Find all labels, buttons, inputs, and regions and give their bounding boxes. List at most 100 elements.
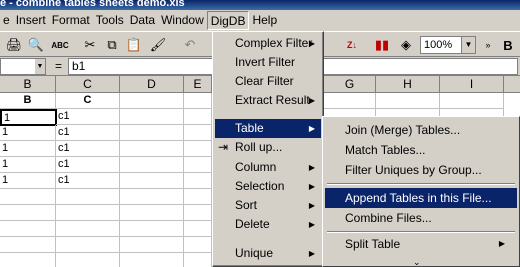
cell-c3[interactable]: c1 [56,125,120,141]
cell-e11[interactable] [184,253,212,267]
expand-menu-icon[interactable]: ⌄ [413,257,421,267]
menu-insert[interactable]: Insert [13,11,49,30]
print-preview-icon[interactable]: 🔍 [26,35,46,55]
menu-item-sort[interactable]: Sort ▶ [215,196,321,215]
cell-b4[interactable]: 1 [0,141,56,157]
column-header-d[interactable]: D [120,76,184,93]
cell-d1[interactable] [120,93,184,109]
cell-b7[interactable] [0,189,56,205]
menu-item-extract-result[interactable]: Extract Result ▶ [215,91,321,110]
menu-digdb[interactable]: DigDB [206,11,250,30]
cut-icon[interactable]: ✂ [80,35,100,55]
cell-b11[interactable] [0,253,56,267]
bold-icon[interactable]: B [498,35,518,55]
cell-e5[interactable] [184,157,212,173]
menu-tools[interactable]: Tools [93,11,127,30]
cell-c4[interactable]: c1 [56,141,120,157]
cell-e3[interactable] [184,125,212,141]
chevron-down-icon[interactable]: ▼ [35,59,45,74]
cell-e10[interactable] [184,237,212,253]
cell-e2[interactable] [184,109,212,125]
cell-b10[interactable] [0,237,56,253]
undo-icon[interactable]: ↶ [180,35,200,55]
cell-d3[interactable] [120,125,184,141]
menu-item-selection[interactable]: Selection ▶ [215,177,321,196]
menu-item-clear-filter[interactable]: Clear Filter [215,72,321,91]
cell-d9[interactable] [120,221,184,237]
submenu-item-combine-files[interactable]: Combine Files... [325,208,517,228]
cell-b6[interactable]: 1 [0,173,56,189]
menu-window[interactable]: Window [158,11,207,30]
menu-item-delete[interactable]: Delete ▶ [215,215,321,234]
menu-divider [327,183,515,185]
submenu-item-append-tables[interactable]: Append Tables in this File... [325,188,517,208]
cell-c6[interactable]: c1 [56,173,120,189]
cell-d2[interactable] [120,109,184,125]
cell-e8[interactable] [184,205,212,221]
cell-b3[interactable]: 1 [0,125,56,141]
menu-help[interactable]: Help [249,11,280,30]
column-header-i[interactable]: I [440,76,504,93]
cell-c2[interactable]: c1 [56,109,120,125]
submenu-item-join-tables[interactable]: Join (Merge) Tables... [325,120,517,140]
cell-d8[interactable] [120,205,184,221]
cell-d6[interactable] [120,173,184,189]
menu-item-invert-filter[interactable]: Invert Filter [215,53,321,72]
cell-c7[interactable] [56,189,120,205]
cell-c5[interactable]: c1 [56,157,120,173]
print-icon[interactable]: 🖨 [4,35,24,55]
cell-e6[interactable] [184,173,212,189]
column-header-j[interactable] [504,76,520,93]
cell-e4[interactable] [184,141,212,157]
menu-data[interactable]: Data [127,11,158,30]
cell-i1[interactable] [440,93,504,109]
cell-c1[interactable]: C [56,93,120,109]
menu-item-roll-up[interactable]: ⇥ Roll up... [215,138,321,157]
cell-c8[interactable] [56,205,120,221]
cell-b1[interactable]: B [0,93,56,109]
chart-wizard-icon[interactable]: ▮▮ [372,35,392,55]
sort-descending-icon[interactable]: Z↓ [342,35,362,55]
column-header-h[interactable]: H [376,76,440,93]
cell-b9[interactable] [0,221,56,237]
menu-edit[interactable]: e [0,11,13,30]
cell-d4[interactable] [120,141,184,157]
menu-item-column[interactable]: Column ▶ [215,158,321,177]
column-header-b[interactable]: B [0,76,56,93]
column-header-e[interactable]: E [184,76,212,93]
spelling-icon[interactable]: ABC [50,35,70,55]
cell-b5[interactable]: 1 [0,157,56,173]
cell-c10[interactable] [56,237,120,253]
cell-d7[interactable] [120,189,184,205]
cell-b8[interactable] [0,205,56,221]
cell-e7[interactable] [184,189,212,205]
copy-icon[interactable]: ⧉ [102,35,122,55]
menu-item-unique[interactable]: Unique ▶ [215,244,321,263]
cell-e9[interactable] [184,221,212,237]
name-box[interactable]: ▼ [0,58,46,75]
cell-e1[interactable] [184,93,212,109]
cell-d5[interactable] [120,157,184,173]
column-header-g[interactable]: G [324,76,376,93]
cell-c9[interactable] [56,221,120,237]
menu-item-complex-filter[interactable]: Complex Filter ▶ [215,34,321,53]
format-painter-icon[interactable]: 🖌 [148,35,168,55]
submenu-item-match-tables[interactable]: Match Tables... [325,140,517,160]
column-header-c[interactable]: C [56,76,120,93]
cell-d11[interactable] [120,253,184,267]
submenu-arrow-icon: ▶ [308,39,315,48]
cell-h1[interactable] [376,93,440,109]
cell-b2[interactable]: 1 [0,109,57,126]
menu-format[interactable]: Format [49,11,93,30]
chevron-down-icon[interactable]: ▼ [461,37,475,53]
cell-c11[interactable] [56,253,120,267]
cell-g1[interactable] [324,93,376,109]
toolbar-options-icon[interactable]: » [478,35,498,55]
drawing-icon[interactable]: ◈ [396,35,416,55]
submenu-item-filter-uniques[interactable]: Filter Uniques by Group... [325,160,517,180]
zoom-select[interactable]: 100% ▼ [420,36,476,54]
cell-d10[interactable] [120,237,184,253]
submenu-item-split-table[interactable]: Split Table ▶ [325,234,517,254]
paste-icon[interactable]: 📋 [124,35,144,55]
menu-item-table[interactable]: Table ▶ [215,119,321,138]
